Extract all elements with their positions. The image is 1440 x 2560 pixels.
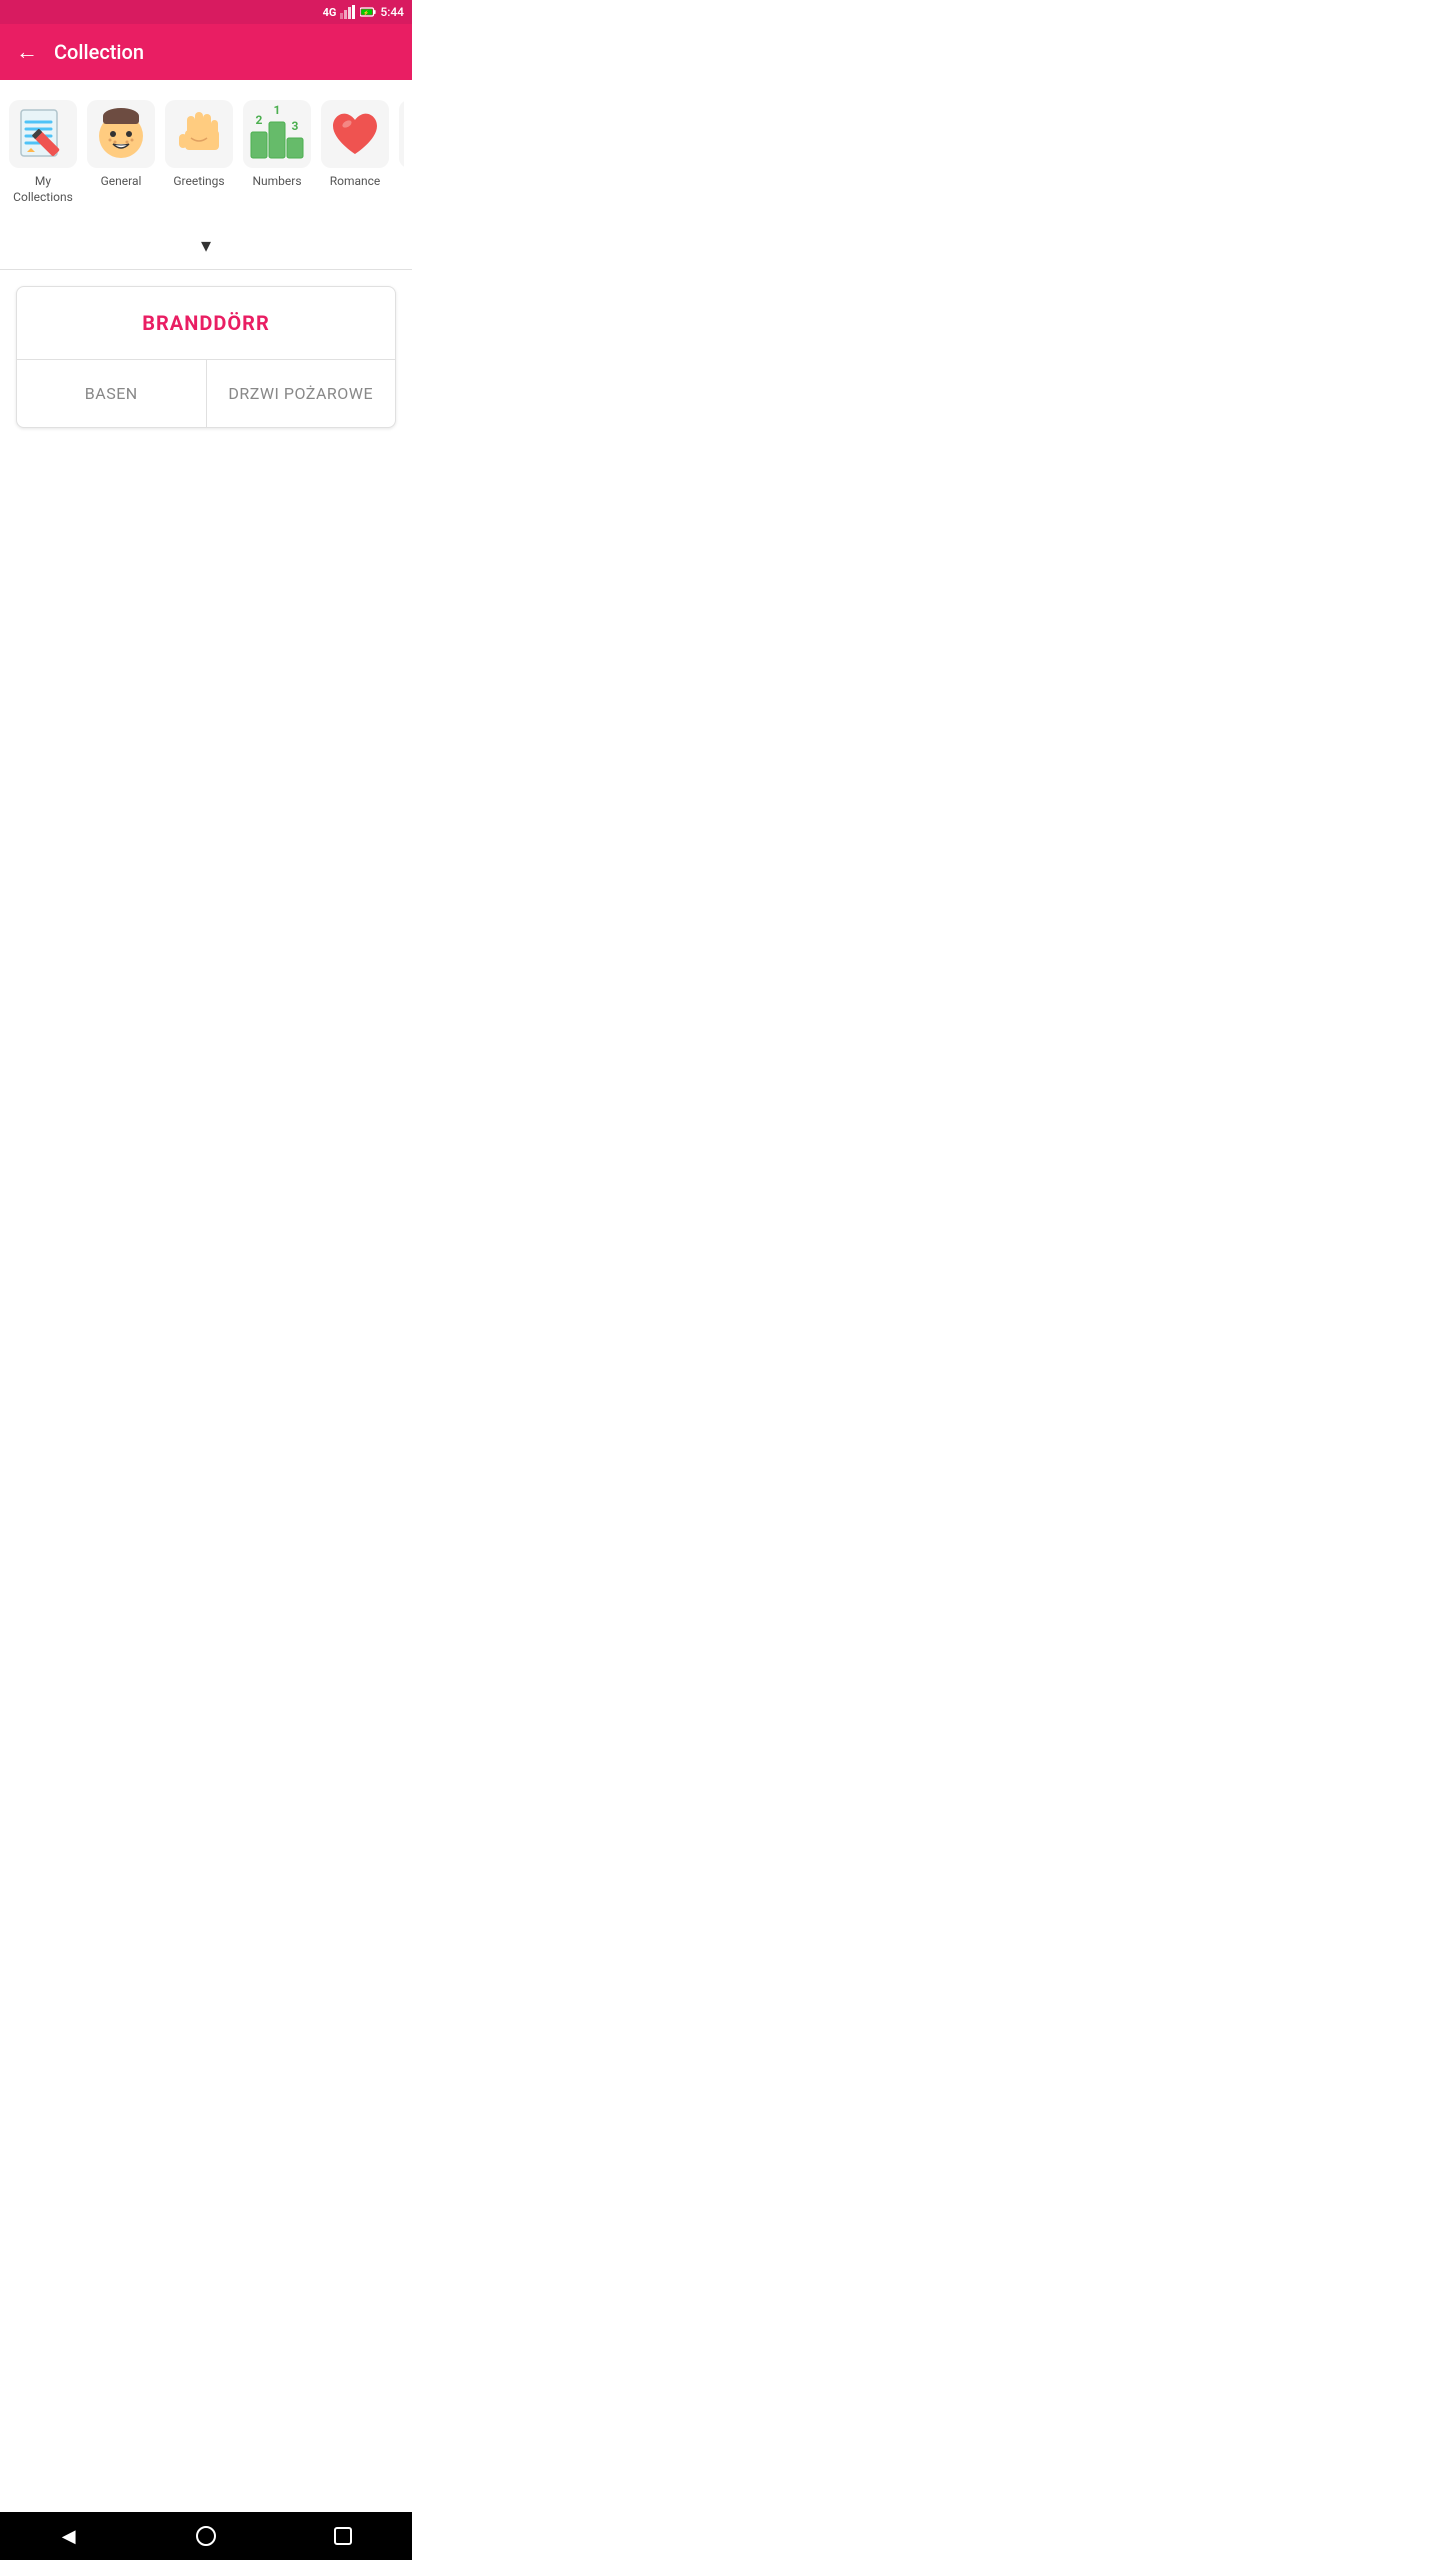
card-section: BRANDDÖRR BASEN DRZWI POŻAROWE bbox=[0, 270, 412, 444]
bottom-nav: ◀ bbox=[0, 2512, 412, 2560]
category-item-general[interactable]: General bbox=[86, 96, 156, 209]
status-time: 5:44 bbox=[380, 5, 404, 19]
app-bar-title: Collection bbox=[54, 40, 144, 64]
svg-text:3: 3 bbox=[292, 119, 299, 133]
category-item-emergency[interactable]: Emergency bbox=[398, 96, 404, 209]
network-indicator: 4G bbox=[323, 6, 337, 19]
nav-home-button[interactable] bbox=[182, 2512, 230, 2560]
general-icon bbox=[87, 100, 155, 168]
category-item-my-collections[interactable]: My Collections bbox=[8, 96, 78, 209]
my-collections-icon bbox=[9, 100, 77, 168]
nav-home-icon bbox=[196, 2526, 216, 2546]
svg-text:2: 2 bbox=[256, 113, 263, 127]
numbers-icon: 2 1 3 bbox=[243, 100, 311, 168]
card-header: BRANDDÖRR bbox=[17, 287, 395, 360]
battery-icon: ⚡ bbox=[360, 5, 376, 19]
nav-recents-button[interactable] bbox=[319, 2512, 367, 2560]
greetings-label: Greetings bbox=[173, 174, 224, 190]
nav-recents-icon bbox=[334, 2527, 352, 2545]
back-button[interactable]: ← bbox=[16, 39, 38, 65]
translation-left-text: BASEN bbox=[85, 384, 138, 403]
expand-chevron[interactable]: ▾ bbox=[201, 233, 211, 257]
numbers-label: Numbers bbox=[252, 174, 301, 190]
translation-right[interactable]: DRZWI POŻAROWE bbox=[207, 360, 396, 427]
category-item-numbers[interactable]: 2 1 3 Numbers bbox=[242, 96, 312, 209]
card-translations: BASEN DRZWI POŻAROWE bbox=[17, 360, 395, 427]
signal-icon bbox=[340, 5, 356, 19]
nav-back-icon: ◀ bbox=[62, 2526, 76, 2547]
romance-icon bbox=[321, 100, 389, 168]
greetings-icon bbox=[165, 100, 233, 168]
romance-label: Romance bbox=[330, 174, 381, 190]
general-label: General bbox=[101, 174, 142, 190]
word-card: BRANDDÖRR BASEN DRZWI POŻAROWE bbox=[16, 286, 396, 428]
category-item-romance[interactable]: Romance bbox=[320, 96, 390, 209]
emergency-icon bbox=[399, 100, 404, 168]
chevron-row: ▾ bbox=[0, 225, 412, 270]
category-item-greetings[interactable]: Greetings bbox=[164, 96, 234, 209]
category-section: My Collections bbox=[0, 80, 412, 225]
category-scroll: My Collections bbox=[8, 96, 404, 217]
status-icons: 4G ⚡ 5:44 bbox=[323, 5, 404, 19]
card-word[interactable]: BRANDDÖRR bbox=[142, 311, 270, 335]
translation-left[interactable]: BASEN bbox=[17, 360, 207, 427]
app-bar: ← Collection bbox=[0, 24, 412, 80]
nav-back-button[interactable]: ◀ bbox=[45, 2512, 93, 2560]
svg-text:1: 1 bbox=[274, 104, 281, 117]
emergency-label: Emergency bbox=[403, 174, 404, 190]
status-bar: 4G ⚡ 5:44 bbox=[0, 0, 412, 24]
translation-right-text: DRZWI POŻAROWE bbox=[228, 384, 373, 403]
my-collections-label: My Collections bbox=[12, 174, 74, 205]
